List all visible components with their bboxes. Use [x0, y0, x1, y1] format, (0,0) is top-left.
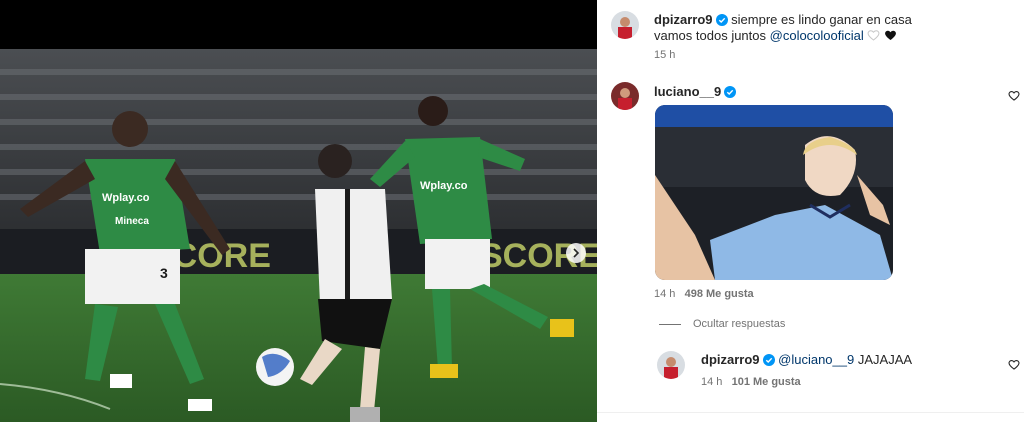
caption-mention[interactable]: @colocolooficial — [770, 28, 864, 43]
comment-avatar[interactable] — [611, 82, 639, 110]
comment-username[interactable]: luciano__9 — [654, 84, 721, 99]
next-image-button[interactable] — [566, 243, 586, 263]
chevron-right-icon — [573, 248, 580, 258]
comment-time[interactable]: 14 h — [654, 288, 675, 300]
reply-meta: 14 h 101 Me gusta — [701, 376, 801, 388]
verified-icon — [724, 86, 737, 98]
caption-username[interactable]: dpizarro9 — [654, 12, 713, 27]
verified-icon — [762, 354, 775, 366]
reply-username[interactable]: dpizarro9 — [701, 352, 760, 367]
reply-time[interactable]: 14 h — [701, 376, 722, 388]
verified-icon — [715, 14, 728, 26]
caption-time[interactable]: 15 h — [654, 49, 675, 61]
comment-header: luciano__9 — [654, 84, 737, 100]
reply-body: JAJAJAA — [857, 352, 913, 367]
black-heart-icon — [885, 30, 896, 40]
media-pane: SCORE SCORE Wplay.co Mineca 3 Wplay.co — [0, 0, 597, 422]
jersey-brand-2: Wplay.co — [420, 180, 468, 192]
like-comment-heart-icon[interactable] — [1008, 90, 1020, 101]
reply-likes[interactable]: 101 Me gusta — [732, 376, 801, 388]
reply-mention[interactable]: @luciano__9 — [778, 352, 854, 367]
reply-avatar[interactable] — [657, 351, 685, 379]
like-reply-heart-icon[interactable] — [1008, 359, 1020, 370]
caption-line2: vamos todos juntos — [654, 28, 767, 43]
comments-pane: dpizarro9 siempre es lindo ganar en casa… — [597, 0, 1024, 422]
white-heart-icon — [867, 30, 880, 41]
jersey-number: 3 — [160, 265, 168, 281]
replies-divider — [659, 323, 681, 325]
caption-line1: siempre es lindo ganar en casa — [731, 12, 912, 27]
caption: dpizarro9 siempre es lindo ganar en casa… — [654, 12, 1014, 44]
hide-replies-toggle[interactable]: Ocultar respuestas — [659, 318, 785, 330]
jersey-brand: Wplay.co — [102, 192, 150, 204]
post-photo: SCORE SCORE Wplay.co Mineca 3 Wplay.co — [0, 49, 597, 422]
jersey-sponsor: Mineca — [115, 216, 149, 227]
bottom-divider — [597, 412, 1024, 413]
hide-replies-label[interactable]: Ocultar respuestas — [693, 318, 785, 330]
reply-text: dpizarro9 @luciano__9 JAJAJAA — [701, 352, 912, 368]
comment-gif[interactable] — [655, 105, 893, 280]
avatar[interactable] — [611, 11, 639, 39]
comment-meta: 14 h 498 Me gusta — [654, 288, 754, 300]
comment-likes[interactable]: 498 Me gusta — [685, 288, 754, 300]
